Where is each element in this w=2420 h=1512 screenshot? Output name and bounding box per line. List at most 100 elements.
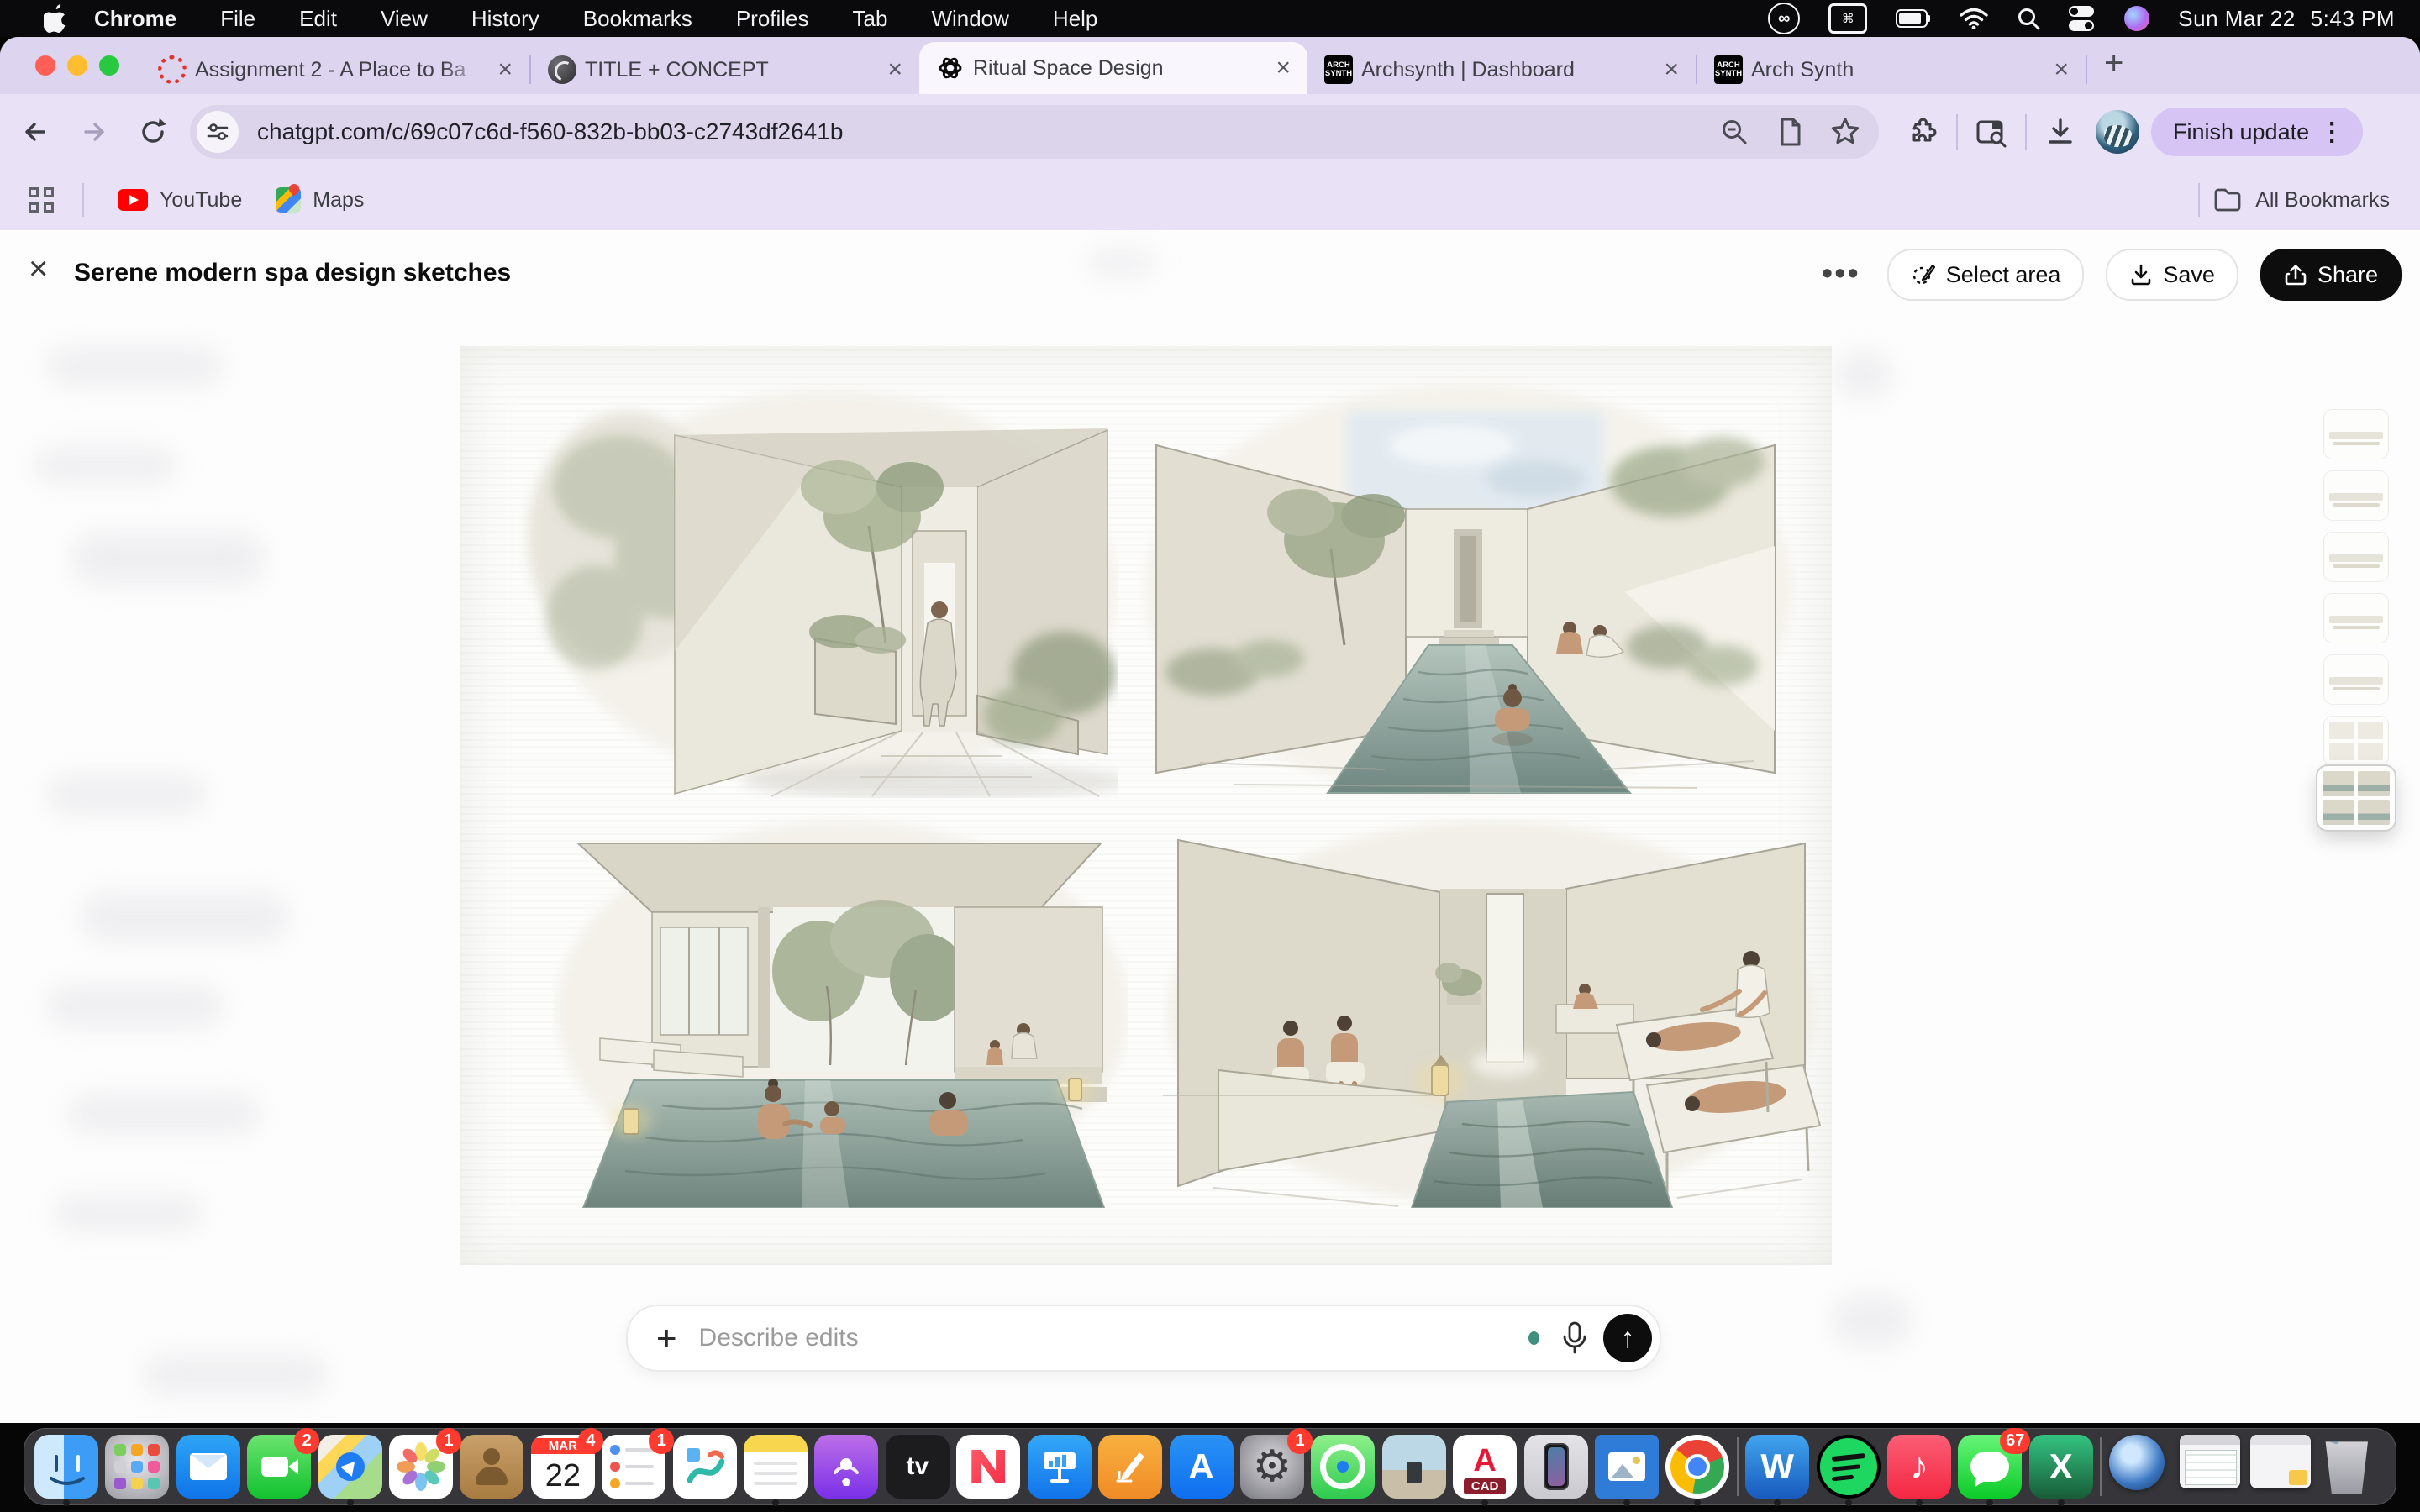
downloads-icon[interactable]: [2037, 108, 2084, 155]
thumbnail-sketch-grid-selected[interactable]: [2317, 766, 2395, 830]
dock-item-find-my[interactable]: [1311, 1435, 1375, 1499]
back-button[interactable]: [12, 108, 59, 155]
profile-avatar[interactable]: [2096, 110, 2139, 154]
reading-mode-icon[interactable]: [1768, 110, 1812, 154]
tab-close-icon[interactable]: ×: [882, 57, 908, 82]
dictate-mic-icon[interactable]: [1561, 1321, 1588, 1355]
dock-item-news[interactable]: [956, 1435, 1020, 1499]
dock-item-system-settings[interactable]: ⚙ 1: [1240, 1435, 1304, 1499]
url-text[interactable]: chatgpt.com/c/69c07c6d-f560-832b-bb03-c2…: [257, 118, 1712, 145]
thumbnail-sketch-grid-light[interactable]: [2324, 717, 2388, 765]
dock-item-apple-tv[interactable]: tv: [886, 1435, 950, 1499]
address-bar[interactable]: chatgpt.com/c/69c07c6d-f560-832b-bb03-c2…: [190, 105, 1879, 159]
forward-button[interactable]: [71, 108, 118, 155]
bookmark-youtube[interactable]: YouTube: [118, 188, 242, 213]
tab-search-icon[interactable]: [1968, 108, 2015, 155]
dock-item-mail[interactable]: [176, 1435, 240, 1499]
menu-history[interactable]: History: [450, 6, 561, 32]
dock-item-gallery[interactable]: [1382, 1435, 1446, 1499]
menu-profiles[interactable]: Profiles: [714, 6, 831, 32]
fullscreen-window-button[interactable]: [99, 55, 119, 76]
dock-item-notes[interactable]: [744, 1435, 808, 1499]
thumbnail-elevation-3[interactable]: [2324, 533, 2388, 581]
dock-item-excel[interactable]: X: [2029, 1435, 2093, 1499]
battery-icon[interactable]: [1896, 9, 1931, 28]
dock-item-spotify[interactable]: [1817, 1435, 1881, 1499]
dock-item-music[interactable]: ♪: [1887, 1435, 1951, 1499]
thumbnail-elevation-1[interactable]: [2324, 410, 2388, 459]
dock-item-facetime[interactable]: 2: [247, 1435, 311, 1499]
close-viewer-icon[interactable]: ×: [29, 252, 48, 286]
tab-close-icon[interactable]: ×: [2049, 57, 2074, 82]
new-tab-button[interactable]: +: [2104, 45, 2123, 82]
more-options-icon[interactable]: •••: [1822, 268, 1860, 281]
minimize-window-button[interactable]: [67, 55, 87, 76]
tab-title-concept[interactable]: TITLE + CONCEPT ×: [531, 45, 919, 94]
dock-item-contacts[interactable]: [460, 1435, 523, 1499]
dock-item-freeform[interactable]: [673, 1435, 737, 1499]
save-button[interactable]: Save: [2106, 249, 2238, 301]
menu-file[interactable]: File: [198, 6, 277, 32]
menu-bar-clock[interactable]: Sun Mar 22 5:43 PM: [2178, 6, 2395, 32]
dock-item-app-store[interactable]: A: [1170, 1435, 1234, 1499]
tab-close-icon[interactable]: ×: [1659, 57, 1684, 82]
site-settings-icon[interactable]: [197, 111, 239, 153]
menu-tab[interactable]: Tab: [831, 6, 910, 32]
bookmark-maps[interactable]: Maps: [276, 187, 364, 213]
dock-item-maps[interactable]: [318, 1435, 382, 1499]
dock-minimized-globe-window[interactable]: [2109, 1435, 2173, 1499]
spotlight-icon[interactable]: [2017, 7, 2040, 30]
dock-item-photos[interactable]: 1: [389, 1435, 453, 1499]
thumbnail-elevation-2[interactable]: [2324, 471, 2388, 520]
tab-assignment-2[interactable]: Assignment 2 - A Place to Ba ×: [141, 45, 529, 94]
menu-help[interactable]: Help: [1031, 6, 1119, 32]
window-manager-icon[interactable]: ⌘: [1828, 3, 1867, 34]
dock-item-calendar[interactable]: MAR 22 4: [531, 1435, 595, 1499]
thumbnail-elevation-5[interactable]: [2324, 655, 2388, 704]
tab-close-icon[interactable]: ×: [1270, 55, 1296, 81]
dock-item-autocad[interactable]: A CAD: [1453, 1435, 1517, 1499]
bookmark-star-icon[interactable]: [1823, 110, 1867, 154]
dock-minimized-excel-window[interactable]: [2180, 1435, 2244, 1499]
wifi-icon[interactable]: [1960, 8, 1988, 29]
tab-arch-synth[interactable]: ARCH SYNTH Arch Synth ×: [1697, 45, 2086, 94]
creative-cloud-icon[interactable]: ∞: [1768, 3, 1800, 34]
generated-image-canvas[interactable]: [460, 346, 1832, 1265]
apps-grid-icon[interactable]: [29, 187, 54, 213]
dock-item-reminders[interactable]: 1: [602, 1435, 666, 1499]
dock-item-chrome[interactable]: [1665, 1435, 1729, 1499]
thumbnail-elevation-4[interactable]: [2324, 594, 2388, 643]
close-window-button[interactable]: [35, 55, 55, 76]
dock-item-iphone-mirroring[interactable]: [1524, 1435, 1588, 1499]
menu-edit[interactable]: Edit: [277, 6, 359, 32]
menu-window[interactable]: Window: [909, 6, 1030, 32]
dock-minimized-finder-window[interactable]: [2250, 1435, 2314, 1499]
tab-ritual-space-design[interactable]: Ritual Space Design ×: [919, 42, 1307, 94]
dock-item-finder[interactable]: [34, 1435, 98, 1499]
send-button[interactable]: ↑: [1603, 1314, 1652, 1362]
tab-close-icon[interactable]: ×: [492, 57, 518, 82]
dock-item-word[interactable]: W: [1745, 1435, 1809, 1499]
dock-item-image-capture[interactable]: [1595, 1435, 1659, 1499]
edit-prompt-composer[interactable]: + ↑: [626, 1305, 1661, 1372]
zoom-page-icon[interactable]: [1712, 110, 1756, 154]
select-area-button[interactable]: Select area: [1887, 249, 2085, 301]
dock-item-launchpad[interactable]: [105, 1435, 169, 1499]
dock-item-podcasts[interactable]: [814, 1435, 878, 1499]
finish-update-button[interactable]: Finish update ⋮: [2151, 108, 2363, 156]
dock-item-keynote[interactable]: [1028, 1435, 1092, 1499]
menu-view[interactable]: View: [359, 6, 450, 32]
reload-button[interactable]: [129, 108, 176, 155]
attach-plus-icon[interactable]: +: [656, 1318, 677, 1358]
siri-icon[interactable]: [2124, 6, 2149, 31]
browser-menu-kebab-icon[interactable]: ⋮: [2309, 118, 2354, 147]
menu-chrome[interactable]: Chrome: [69, 6, 198, 32]
tab-archsynth-dashboard[interactable]: ARCH SYNTH Archsynth | Dashboard ×: [1307, 45, 1696, 94]
dock-item-pages[interactable]: [1098, 1435, 1162, 1499]
describe-edits-input[interactable]: [697, 1323, 1528, 1353]
extensions-icon[interactable]: [1899, 108, 1946, 155]
all-bookmarks-label[interactable]: All Bookmarks: [2255, 188, 2390, 213]
apple-menu-icon[interactable]: [44, 4, 69, 33]
dock-item-trash[interactable]: [2322, 1435, 2386, 1499]
menu-bookmarks[interactable]: Bookmarks: [561, 6, 714, 32]
